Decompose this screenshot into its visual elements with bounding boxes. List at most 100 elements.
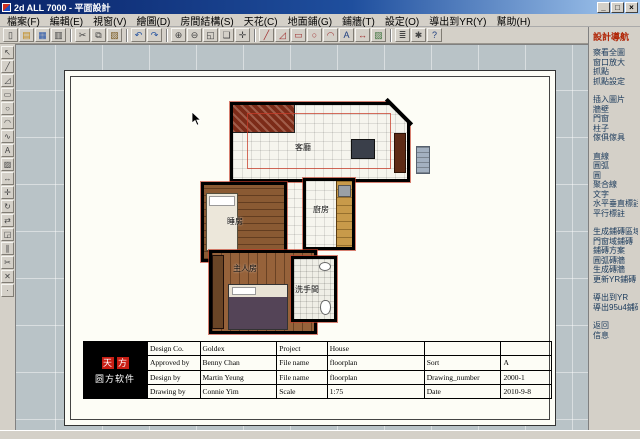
- toolbar-separator: [166, 29, 168, 42]
- label-living: 客廳: [295, 142, 311, 153]
- open-icon[interactable]: ▤: [19, 28, 34, 42]
- panel-item-1-1[interactable]: 牆壁: [593, 105, 638, 115]
- zoom-in-icon[interactable]: ⊕: [171, 28, 186, 42]
- hatch-icon[interactable]: ▨: [371, 28, 386, 42]
- toolbar-separator: [254, 29, 256, 42]
- select-icon[interactable]: ↖: [1, 46, 14, 59]
- redo-icon[interactable]: ↷: [147, 28, 162, 42]
- move-icon[interactable]: ✛: [1, 186, 14, 199]
- undo-icon[interactable]: ↶: [131, 28, 146, 42]
- panel-item-3-2[interactable]: 鋪磚方案: [593, 246, 638, 256]
- panel-item-1-4[interactable]: 傢俱傢具: [593, 133, 638, 143]
- panel-item-0-0[interactable]: 察看全圖: [593, 48, 638, 58]
- line-icon[interactable]: ╱: [1, 60, 14, 73]
- polyline-icon[interactable]: ◿: [1, 74, 14, 87]
- panel-group-4: 導出到YR導出95u4鋪磚: [593, 293, 638, 312]
- layers-icon[interactable]: ≣: [395, 28, 410, 42]
- titleblock-cell-2-2: File name: [277, 370, 328, 384]
- toolbar-separator: [70, 29, 72, 42]
- copy-icon[interactable]: ⧉: [91, 28, 106, 42]
- menu-item-9[interactable]: 導出到YR(Y): [424, 13, 491, 28]
- titleblock-cell-1-3: floorplan: [327, 356, 424, 370]
- panel-item-2-4[interactable]: 文字: [593, 190, 638, 200]
- maximize-button[interactable]: □: [611, 2, 624, 13]
- panel-item-4-0[interactable]: 導出到YR: [593, 293, 638, 303]
- close-button[interactable]: ×: [625, 2, 638, 13]
- floor-plan[interactable]: 客廳 廚房 睡房 主人房 洗手間: [195, 98, 435, 338]
- menu-item-7[interactable]: 鋪牆(T): [337, 13, 380, 28]
- paste-icon[interactable]: ▨: [107, 28, 122, 42]
- zoom-window-icon[interactable]: ◱: [203, 28, 218, 42]
- menu-item-10[interactable]: 幫助(H): [492, 13, 536, 28]
- panel-item-3-3[interactable]: 圓弧磚牆: [593, 256, 638, 266]
- titleblock-row-1: Approved byBenny ChanFile namefloorplanS…: [148, 356, 552, 370]
- panel-item-5-1[interactable]: 信息: [593, 331, 638, 341]
- menu-item-4[interactable]: 房間結構(S): [175, 13, 238, 28]
- zoom-out-icon[interactable]: ⊖: [187, 28, 202, 42]
- panel-item-2-5[interactable]: 水平垂直標註: [593, 199, 638, 209]
- titleblock-cell-2-1: Martin Yeung: [200, 370, 277, 384]
- menu-item-3[interactable]: 繪圖(D): [131, 13, 175, 28]
- rect-icon[interactable]: ▭: [291, 28, 306, 42]
- top-toolbar: ▯▤▦▥✂⧉▨↶↷⊕⊖◱❏✛╱◿▭○◠A↔▨≣✱?: [0, 27, 588, 44]
- panel-item-1-0[interactable]: 插入圖片: [593, 95, 638, 105]
- offset-icon[interactable]: ∥: [1, 242, 14, 255]
- menu-item-1[interactable]: 編輯(E): [45, 13, 88, 28]
- panel-item-3-5[interactable]: 更新YR鋪磚: [593, 275, 638, 285]
- menu-item-0[interactable]: 檔案(F): [2, 13, 45, 28]
- circle-icon[interactable]: ○: [1, 102, 14, 115]
- help-icon[interactable]: ?: [427, 28, 442, 42]
- panel-item-2-6[interactable]: 平行標註: [593, 209, 638, 219]
- panel-item-5-0[interactable]: 返回: [593, 321, 638, 331]
- text-icon[interactable]: A: [339, 28, 354, 42]
- mirror-icon[interactable]: ⇄: [1, 214, 14, 227]
- toilet: [320, 300, 331, 315]
- panel-item-2-1[interactable]: 圓弧: [593, 161, 638, 171]
- panel-item-0-2[interactable]: 抓點: [593, 67, 638, 77]
- print-icon[interactable]: ▥: [51, 28, 66, 42]
- label-bedroom: 睡房: [227, 216, 243, 227]
- pan-icon[interactable]: ✛: [235, 28, 250, 42]
- panel-item-1-3[interactable]: 柱子: [593, 124, 638, 134]
- panel-item-3-0[interactable]: 生成鋪磚區域: [593, 227, 638, 237]
- save-icon[interactable]: ▦: [35, 28, 50, 42]
- panel-item-0-3[interactable]: 抓點設定: [593, 77, 638, 87]
- hatch-icon[interactable]: ▨: [1, 158, 14, 171]
- cut-icon[interactable]: ✂: [75, 28, 90, 42]
- titleblock-cell-1-2: File name: [277, 356, 328, 370]
- panel-item-2-2[interactable]: 圓: [593, 171, 638, 181]
- rect-icon[interactable]: ▭: [1, 88, 14, 101]
- spline-icon[interactable]: ∿: [1, 130, 14, 143]
- room-living[interactable]: [230, 102, 410, 182]
- erase-icon[interactable]: ✕: [1, 270, 14, 283]
- settings-icon[interactable]: ✱: [411, 28, 426, 42]
- trim-icon[interactable]: ✂: [1, 256, 14, 269]
- line-icon[interactable]: ╱: [259, 28, 274, 42]
- panel-item-0-1[interactable]: 窗口放大: [593, 58, 638, 68]
- panel-item-1-2[interactable]: 門窗: [593, 114, 638, 124]
- menu-item-6[interactable]: 地面鋪(G): [283, 13, 337, 28]
- dimension-icon[interactable]: ↔: [1, 172, 14, 185]
- titleblock-cell-0-3: House: [327, 342, 424, 356]
- zoom-all-icon[interactable]: ❏: [219, 28, 234, 42]
- panel-item-3-4[interactable]: 生成磚牆: [593, 265, 638, 275]
- scale-icon[interactable]: ◲: [1, 228, 14, 241]
- point-icon[interactable]: ·: [1, 284, 14, 297]
- panel-item-4-1[interactable]: 導出95u4鋪磚: [593, 303, 638, 313]
- rotate-icon[interactable]: ↻: [1, 200, 14, 213]
- circle-icon[interactable]: ○: [307, 28, 322, 42]
- minimize-button[interactable]: _: [597, 2, 610, 13]
- new-icon[interactable]: ▯: [3, 28, 18, 42]
- arc-icon[interactable]: ◠: [1, 116, 14, 129]
- menu-item-8[interactable]: 設定(O): [380, 13, 424, 28]
- panel-item-2-0[interactable]: 直線: [593, 152, 638, 162]
- dimension-icon[interactable]: ↔: [355, 28, 370, 42]
- panel-item-2-3[interactable]: 聚合線: [593, 180, 638, 190]
- menu-item-5[interactable]: 天花(C): [239, 13, 283, 28]
- panel-item-3-1[interactable]: 門窗域鋪磚: [593, 237, 638, 247]
- menu-item-2[interactable]: 視窗(V): [88, 13, 131, 28]
- polyline-icon[interactable]: ◿: [275, 28, 290, 42]
- arc-icon[interactable]: ◠: [323, 28, 338, 42]
- room-kitchen[interactable]: [303, 178, 355, 250]
- text-icon[interactable]: A: [1, 144, 14, 157]
